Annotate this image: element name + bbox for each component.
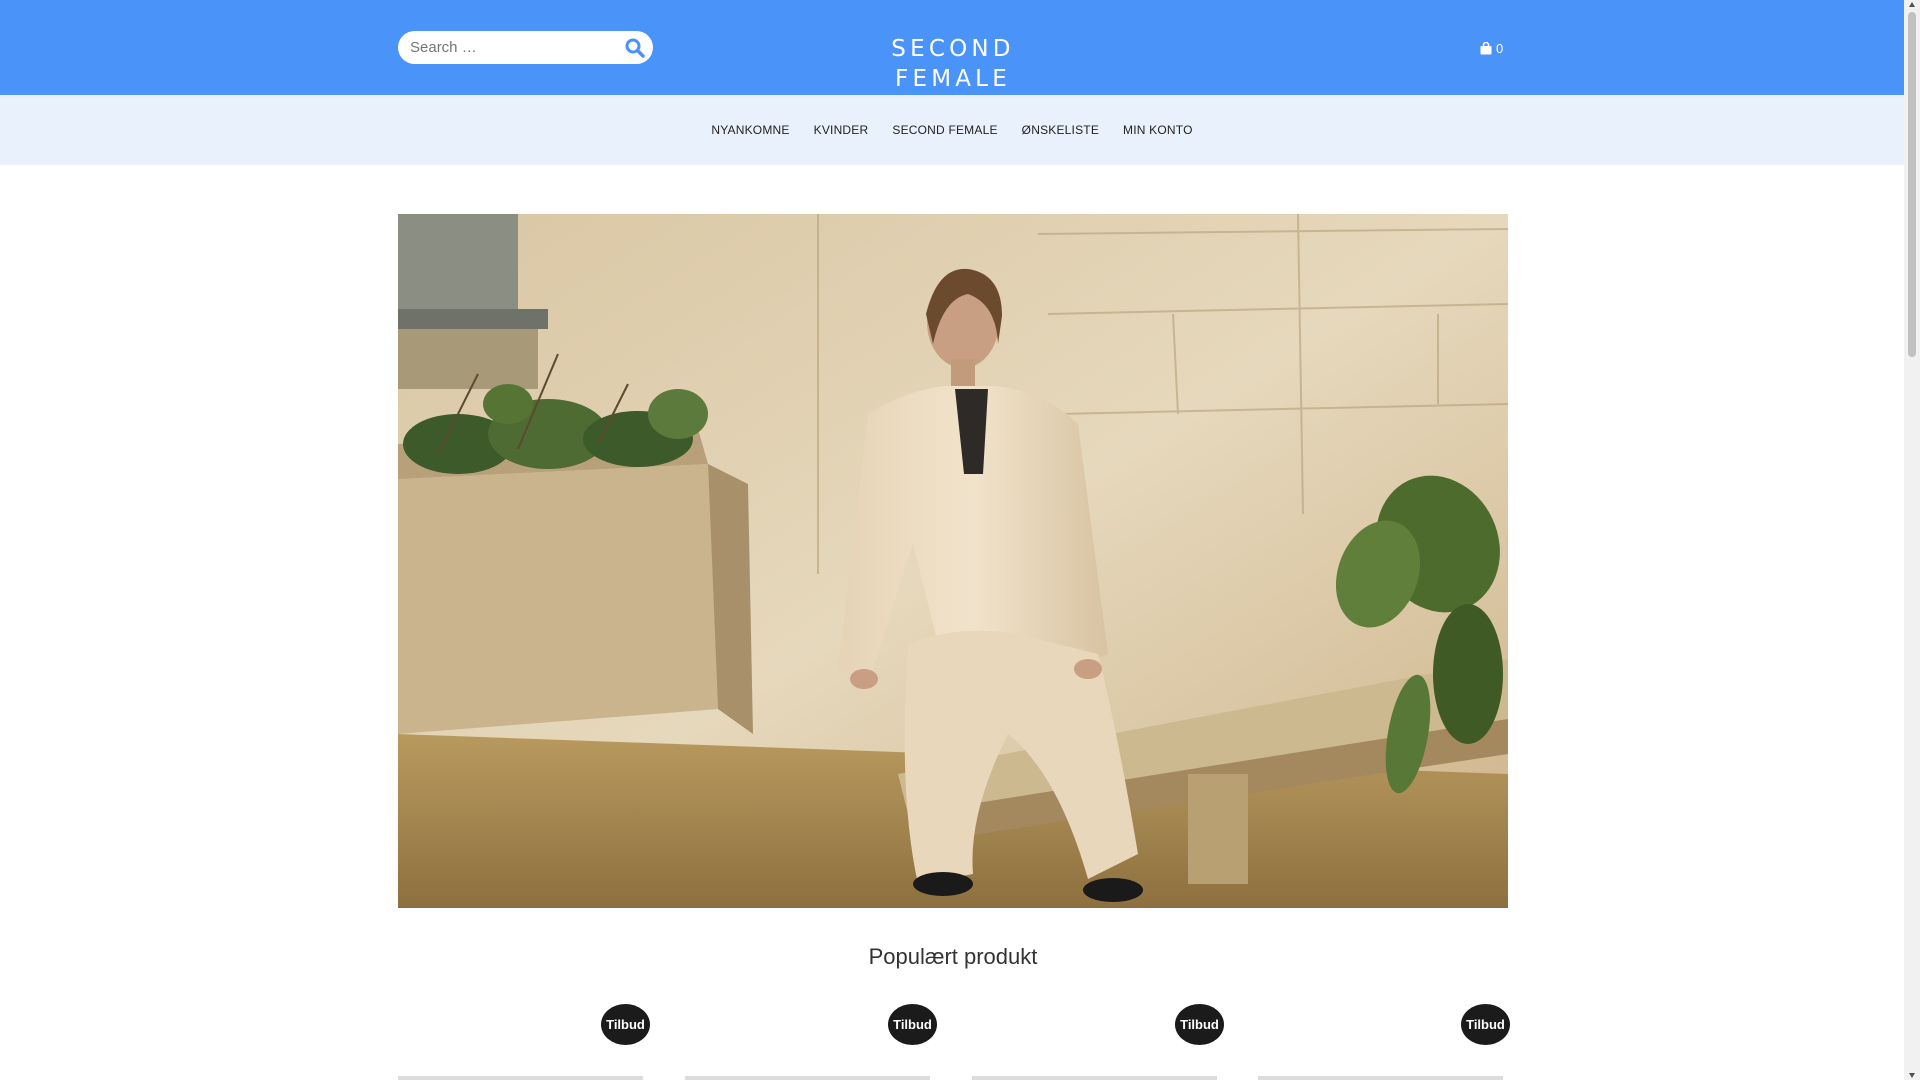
scroll-down-arrow-icon[interactable] [1909,1073,1915,1078]
sale-badge: Tilbud [888,1004,937,1045]
search-icon [625,38,645,58]
scroll-up-arrow-icon[interactable] [1909,2,1915,7]
nav-item-wishlist[interactable]: ØNSKELISTE [1010,123,1111,137]
hero-banner-image[interactable] [398,214,1508,908]
product-card[interactable]: Tilbud [972,1000,1224,1080]
main-navigation: NYANKOMNE KVINDER SECOND FEMALE ØNSKELIS… [0,95,1904,165]
cart-count: 0 [1496,40,1504,56]
sale-badge: Tilbud [1175,1004,1224,1045]
shopping-bag-icon [1480,41,1492,54]
product-image[interactable] [1258,1076,1503,1080]
product-card[interactable]: Tilbud [398,1000,650,1080]
vertical-scrollbar[interactable] [1904,0,1920,1080]
site-logo[interactable]: SECOND FEMALE [838,34,1068,92]
nav-item-nyankomne[interactable]: NYANKOMNE [699,123,801,137]
nav-item-second-female[interactable]: SECOND FEMALE [880,123,1009,137]
page: SECOND FEMALE 0 NYANKOMNE KVINDER SECOND… [0,0,1904,1080]
product-card[interactable]: Tilbud [1258,1000,1510,1080]
header: SECOND FEMALE 0 [0,0,1904,95]
sale-badge: Tilbud [1461,1004,1510,1045]
nav-item-kvinder[interactable]: KVINDER [802,123,881,137]
product-card[interactable]: Tilbud [685,1000,937,1080]
cart-link[interactable]: 0 [1480,38,1503,58]
product-image[interactable] [685,1076,930,1080]
product-image[interactable] [972,1076,1217,1080]
nav-item-my-account[interactable]: MIN KONTO [1111,123,1205,137]
search-input[interactable] [410,31,610,64]
scrollbar-thumb[interactable] [1908,12,1916,357]
search-form [398,31,653,64]
sale-badge: Tilbud [601,1004,650,1045]
product-image[interactable] [398,1076,643,1080]
search-button[interactable] [623,36,647,60]
popular-products-heading: Populært produkt [868,944,1038,969]
